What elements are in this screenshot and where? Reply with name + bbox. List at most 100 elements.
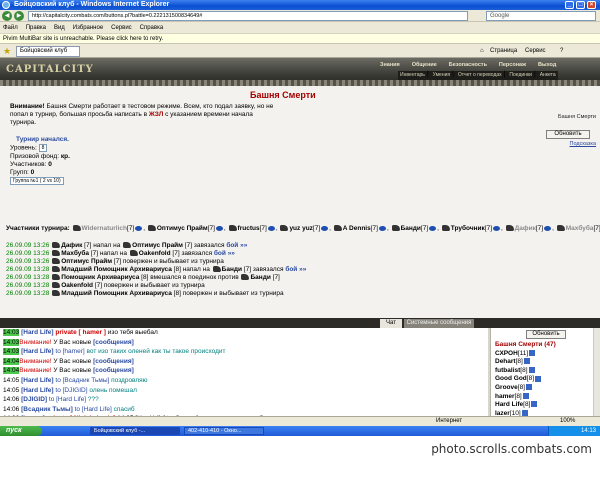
nav-exit[interactable]: Выход (533, 62, 561, 68)
user-name[interactable]: Good God (495, 375, 527, 382)
participant-name[interactable]: yuz yuz (289, 225, 312, 232)
subnav-profile[interactable]: Анкета (538, 71, 558, 80)
user-info-icon[interactable] (531, 401, 538, 408)
favorites-star-icon[interactable]: ★ (3, 46, 11, 56)
close-button[interactable]: × (587, 1, 596, 9)
participant-name[interactable]: A Dennis (343, 225, 371, 232)
participant-name[interactable]: Трубочник (451, 225, 485, 232)
chat-recipient[interactable]: to [DJIGID] (54, 387, 87, 394)
tab-system-messages[interactable]: Системные сообщения (404, 319, 474, 328)
participant-name[interactable]: Widernaturlich (82, 225, 127, 232)
task-ie[interactable]: Бойцовский клуб -... (90, 427, 180, 435)
log-target[interactable]: Oakenfold (139, 250, 171, 257)
battle-link[interactable]: бой »» (214, 250, 235, 257)
chat-recipient[interactable]: to [hamer] (54, 348, 84, 355)
info-icon[interactable] (378, 225, 386, 231)
info-bar[interactable]: Pivim MultiBar site is unreachable. Plea… (0, 34, 600, 44)
log-actor[interactable]: Младший Помощник Архивариуса (61, 266, 172, 273)
chat-time[interactable]: 14:05 (3, 387, 19, 394)
search-input[interactable]: Google (486, 11, 596, 21)
menu-view[interactable]: Вид (51, 23, 68, 34)
user-name[interactable]: futbalist (495, 367, 520, 374)
info-icon[interactable] (135, 225, 143, 231)
task-window[interactable]: 402-410-410 - Окно... (184, 427, 264, 435)
menu-favorites[interactable]: Избранное (70, 23, 106, 34)
log-actor[interactable]: Махбуба (61, 250, 89, 257)
zoom-level[interactable]: 100% (560, 417, 575, 426)
info-icon[interactable] (215, 225, 223, 231)
participant-name[interactable]: fructus (238, 225, 260, 232)
log-target[interactable]: Оптимус Прайм (132, 242, 183, 249)
chat-time[interactable]: 14:05 (3, 377, 19, 384)
subnav-skills[interactable]: Умения (431, 71, 452, 80)
forward-icon[interactable]: ▶ (14, 11, 24, 21)
refresh-button[interactable]: Обновить (546, 130, 590, 139)
menu-edit[interactable]: Правка (23, 23, 49, 34)
chat-recipient[interactable]: to [Всадник Тьмы] (54, 377, 109, 384)
subnav-transfers[interactable]: Отчет о переводах (456, 71, 504, 80)
log-target[interactable]: Банди (250, 274, 270, 281)
user-name[interactable]: Dehart (495, 358, 516, 365)
chat-time[interactable]: 14:06 (3, 396, 19, 403)
user-name[interactable]: Hard Life (495, 401, 523, 408)
userlist-refresh-button[interactable]: Обновить (526, 330, 566, 339)
tools-menu[interactable]: Сервис (525, 46, 546, 56)
chat-sender[interactable]: [Всадник Тьмы] (19, 406, 73, 413)
hint-link[interactable]: Подсказка (536, 141, 596, 147)
chat-sender[interactable]: [сообщения] (93, 367, 134, 374)
minimize-button[interactable]: _ (565, 1, 574, 9)
user-name[interactable]: Groove (495, 384, 518, 391)
chat-time[interactable]: 14:03 (3, 329, 20, 336)
notice-link[interactable]: ЖЗЛ (149, 111, 163, 118)
info-icon[interactable] (321, 225, 329, 231)
battle-link[interactable]: бой »» (285, 266, 306, 273)
menu-tools[interactable]: Сервис (108, 23, 135, 34)
chat-sender[interactable]: [Hard Life] (19, 329, 54, 336)
log-actor[interactable]: Оптимус Прайм (61, 258, 112, 265)
log-actor[interactable]: Помощник Архивариуса (61, 274, 139, 281)
start-button[interactable]: пуск (0, 426, 42, 436)
participant-name[interactable]: Махбуба (566, 225, 594, 232)
nav-knowledge[interactable]: Знания (375, 62, 405, 68)
battle-link[interactable]: бой »» (226, 242, 247, 249)
menu-file[interactable]: Файл (0, 23, 21, 34)
user-info-icon[interactable] (526, 384, 532, 391)
chat-sender[interactable]: [DJIGID] (19, 396, 47, 403)
subnav-inventory[interactable]: Инвентарь (398, 71, 427, 80)
chat-sender[interactable]: [Hard Life] (19, 348, 54, 355)
chat-private[interactable]: private [ hamer ] (54, 329, 106, 336)
chat-time[interactable]: 14:04 (3, 367, 20, 375)
tab-chat[interactable]: Чат (380, 319, 402, 328)
chat-time[interactable]: 14:06 (3, 406, 19, 413)
chat-recipient[interactable]: to [Hard Life] (47, 396, 86, 403)
log-target[interactable]: Банди (222, 266, 242, 273)
chat-time[interactable]: 14:03 (3, 348, 20, 356)
chat-sender[interactable]: [сообщения] (93, 339, 134, 346)
chat-time[interactable]: 14:03 (3, 338, 20, 346)
user-info-icon[interactable] (529, 349, 536, 356)
url-input[interactable]: http://capitalcity.combats.com/buttons.p… (28, 11, 468, 21)
user-info-icon[interactable] (523, 358, 530, 365)
home-icon[interactable]: ⌂ (480, 46, 484, 56)
participant-name[interactable]: Оптимус Прайм (157, 225, 208, 232)
info-icon[interactable] (544, 225, 552, 231)
back-icon[interactable]: ◀ (2, 11, 12, 21)
nav-security[interactable]: Безопасность (444, 62, 492, 68)
chat-recipient[interactable]: to [Hard Life] (73, 406, 112, 413)
log-actor[interactable]: Дафик (61, 242, 82, 249)
info-icon[interactable] (429, 225, 437, 231)
user-name[interactable]: hamer (495, 393, 515, 400)
userlist-scrollbar[interactable] (593, 328, 600, 416)
log-actor[interactable]: Oakenfold (61, 282, 93, 289)
menu-help[interactable]: Справка (137, 23, 167, 34)
maximize-button[interactable]: □ (576, 1, 585, 9)
nav-communication[interactable]: Общение (407, 62, 442, 68)
participant-name[interactable]: Банди (401, 225, 421, 232)
chat-sender[interactable]: [сообщения] (93, 358, 134, 365)
group-select[interactable]: Группа №1 ( 2 vs 10) (10, 176, 64, 185)
log-actor[interactable]: Младший Помощник Архивариуса (61, 290, 172, 297)
chat-sender[interactable]: [Hard Life] (19, 387, 54, 394)
info-icon[interactable] (493, 225, 501, 231)
chat-time[interactable]: 14:04 (3, 357, 20, 365)
user-info-icon[interactable] (528, 367, 535, 374)
